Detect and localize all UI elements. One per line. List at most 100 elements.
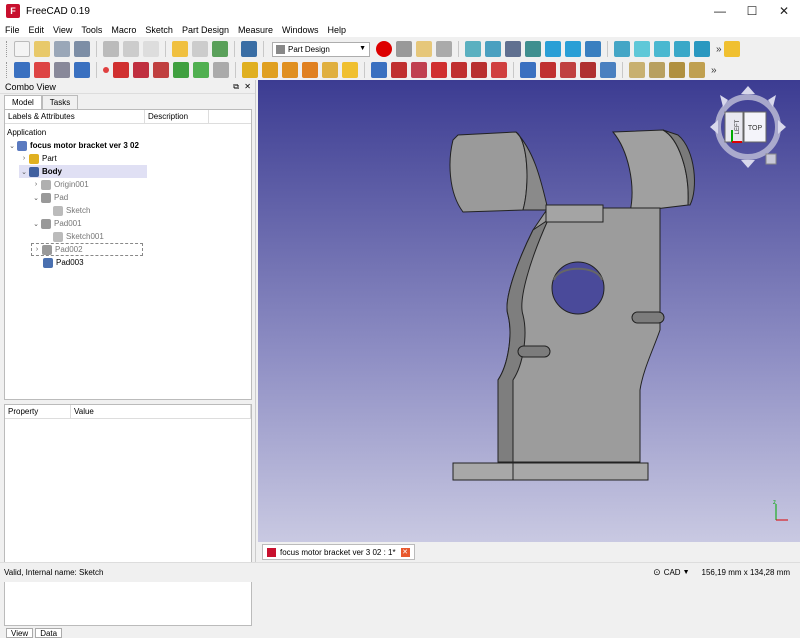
new-document-icon[interactable] xyxy=(14,41,30,57)
document-tab[interactable]: focus motor bracket ver 3 02 : 1* ✕ xyxy=(262,544,415,560)
play-macro-icon[interactable] xyxy=(436,41,452,57)
datum-plane-icon[interactable] xyxy=(133,62,149,78)
tree-item-pad001[interactable]: ⌄ Pad001 xyxy=(31,217,82,230)
tree-header-description[interactable]: Description xyxy=(145,110,209,123)
record-macro-icon[interactable] xyxy=(376,41,392,57)
collapse-icon[interactable]: ⌄ xyxy=(31,220,41,228)
undo-icon[interactable] xyxy=(172,41,188,57)
navigation-style-selector[interactable]: ⊙ CAD ▼ xyxy=(653,567,689,578)
tree-item-pad003[interactable]: Pad003 xyxy=(43,256,84,269)
menu-edit[interactable]: Edit xyxy=(29,25,45,35)
redo-icon[interactable] xyxy=(192,41,208,57)
save-icon[interactable] xyxy=(54,41,70,57)
menu-tools[interactable]: Tools xyxy=(81,25,102,35)
revolution-icon[interactable] xyxy=(262,62,278,78)
boolean-icon[interactable] xyxy=(600,62,616,78)
close-tab-icon[interactable]: ✕ xyxy=(400,547,410,557)
subshape-binder-icon[interactable] xyxy=(173,62,189,78)
tree-item-sketch[interactable]: Sketch xyxy=(53,204,90,217)
back-arrow-icon[interactable] xyxy=(545,41,561,57)
create-body-icon[interactable] xyxy=(14,62,30,78)
zoom-icon[interactable] xyxy=(614,41,630,57)
navigation-cube[interactable]: LEFT TOP xyxy=(710,86,786,168)
close-button[interactable]: ✕ xyxy=(768,0,800,22)
tree-item-pad[interactable]: ⌄ Pad xyxy=(31,191,68,204)
cut-icon[interactable] xyxy=(103,41,119,57)
tab-data[interactable]: Data xyxy=(35,628,63,638)
refresh-icon[interactable] xyxy=(212,41,228,57)
collapse-icon[interactable]: ⌄ xyxy=(7,142,17,150)
3d-view[interactable]: LEFT TOP z xyxy=(258,80,800,542)
std-views-icon[interactable] xyxy=(585,41,601,57)
subtractive-helix-icon[interactable] xyxy=(471,62,487,78)
clone-icon[interactable] xyxy=(193,62,209,78)
bracket-model[interactable] xyxy=(449,129,695,481)
validate-sketch-icon[interactable] xyxy=(54,62,70,78)
tree-header-labels[interactable]: Labels & Attributes xyxy=(5,110,145,123)
local-coordinate-system-icon[interactable] xyxy=(153,62,169,78)
hole-icon[interactable] xyxy=(391,62,407,78)
tree-item-sketch001[interactable]: Sketch001 xyxy=(53,230,104,243)
open-icon[interactable] xyxy=(34,41,50,57)
additive-primitive-icon[interactable] xyxy=(342,62,358,78)
pocket-icon[interactable] xyxy=(371,62,387,78)
expand-icon[interactable]: › xyxy=(32,246,42,253)
edit-macro-icon[interactable] xyxy=(416,41,432,57)
create-sketch-icon[interactable] xyxy=(34,62,50,78)
prop-header-value[interactable]: Value xyxy=(71,405,251,418)
tab-model[interactable]: Model xyxy=(4,95,42,109)
polar-pattern-icon[interactable] xyxy=(560,62,576,78)
pad-icon[interactable] xyxy=(242,62,258,78)
subtractive-loft-icon[interactable] xyxy=(431,62,447,78)
top-view-icon[interactable] xyxy=(674,41,690,57)
tree-item-body[interactable]: ⌄ Body xyxy=(19,165,147,178)
toolbar-overflow-icon[interactable]: » xyxy=(716,44,722,55)
front-view-icon[interactable] xyxy=(654,41,670,57)
workbench-selector[interactable]: Part Design ▼ xyxy=(272,41,370,57)
tree-item-pad002[interactable]: › Pad002 xyxy=(31,243,143,256)
additive-helix-icon[interactable] xyxy=(322,62,338,78)
maximize-button[interactable]: ☐ xyxy=(736,0,768,22)
additive-loft-icon[interactable] xyxy=(282,62,298,78)
menu-file[interactable]: File xyxy=(5,25,20,35)
thickness-icon[interactable] xyxy=(689,62,705,78)
chamfer-icon[interactable] xyxy=(649,62,665,78)
menu-windows[interactable]: Windows xyxy=(282,25,319,35)
linear-pattern-icon[interactable] xyxy=(540,62,556,78)
whats-this-icon[interactable] xyxy=(241,41,257,57)
float-panel-icon[interactable]: ⧉ xyxy=(233,82,239,92)
expand-icon[interactable]: › xyxy=(31,181,41,188)
forward-arrow-icon[interactable] xyxy=(565,41,581,57)
additive-pipe-icon[interactable] xyxy=(302,62,318,78)
tab-tasks[interactable]: Tasks xyxy=(41,95,79,109)
fit-all-icon[interactable] xyxy=(465,41,481,57)
minimize-button[interactable]: — xyxy=(704,0,736,22)
close-panel-icon[interactable]: ✕ xyxy=(244,82,251,91)
datum-point-icon[interactable] xyxy=(103,67,109,73)
tree-item-origin001[interactable]: › Origin001 xyxy=(31,178,89,191)
copy-icon[interactable] xyxy=(123,41,139,57)
expand-icon[interactable]: › xyxy=(19,155,29,162)
fit-selection-icon[interactable] xyxy=(485,41,501,57)
save-as-icon[interactable] xyxy=(74,41,90,57)
menu-measure[interactable]: Measure xyxy=(238,25,273,35)
shape-binder-icon[interactable] xyxy=(74,62,90,78)
menu-sketch[interactable]: Sketch xyxy=(145,25,173,35)
toolbar-overflow-icon-2[interactable]: » xyxy=(711,65,717,76)
isometric-view-icon[interactable] xyxy=(634,41,650,57)
subtractive-primitive-icon[interactable] xyxy=(491,62,507,78)
draft-icon[interactable] xyxy=(669,62,685,78)
datum-line-icon[interactable] xyxy=(113,62,129,78)
collapse-icon[interactable]: ⌄ xyxy=(19,168,29,176)
tab-view[interactable]: View xyxy=(6,628,34,638)
menu-help[interactable]: Help xyxy=(328,25,347,35)
groove-icon[interactable] xyxy=(411,62,427,78)
draw-style-icon[interactable] xyxy=(505,41,521,57)
collapse-icon[interactable]: ⌄ xyxy=(31,194,41,202)
menu-part-design[interactable]: Part Design xyxy=(182,25,229,35)
right-view-icon[interactable] xyxy=(694,41,710,57)
stop-macro-icon[interactable] xyxy=(396,41,412,57)
menu-macro[interactable]: Macro xyxy=(111,25,136,35)
model-viewport[interactable]: LEFT TOP z xyxy=(258,80,800,542)
part-container-icon[interactable] xyxy=(723,41,740,57)
